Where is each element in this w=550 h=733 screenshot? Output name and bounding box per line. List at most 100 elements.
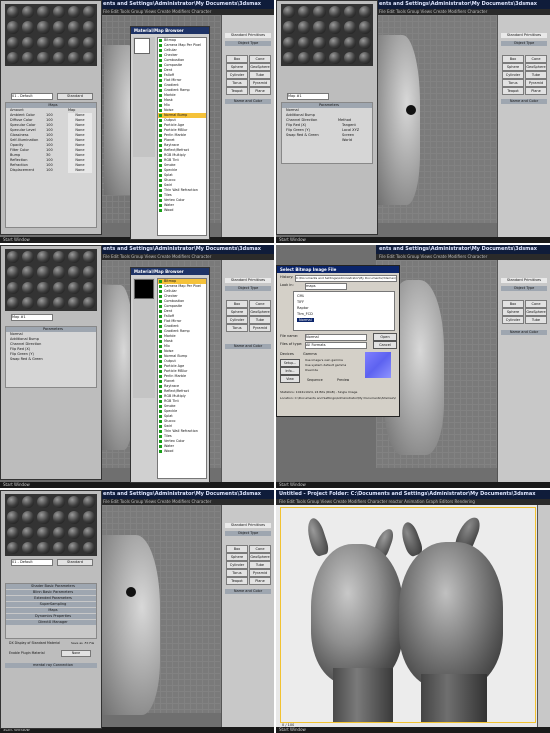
method-tangent[interactable]: Tangent (342, 123, 356, 127)
use-image-gamma[interactable]: Use image's own gamma (305, 358, 343, 362)
lookin-dropdown[interactable]: maps (305, 283, 347, 290)
rollout-dynamics[interactable]: Dynamics Properties (6, 614, 96, 619)
object-type-header[interactable]: Object Type (225, 531, 271, 536)
perspective-viewport[interactable] (280, 507, 536, 723)
name-color-header[interactable]: Name and Color (225, 344, 271, 349)
sphere-button[interactable]: Sphere (502, 308, 524, 316)
map-row-name[interactable]: Opacity (10, 143, 23, 147)
slot-name-field[interactable]: Map #1 (11, 314, 53, 321)
file-list[interactable]: CML TIFF Raptor Ttm_FCD Normal (293, 291, 395, 331)
name-color-header[interactable]: Name and Color (225, 99, 271, 104)
method-screen[interactable]: Screen (342, 133, 354, 137)
viewport[interactable] (100, 505, 222, 715)
box-button[interactable]: Box (226, 300, 248, 308)
info-button[interactable]: Info... (280, 367, 300, 375)
cone-button[interactable]: Cone (525, 300, 547, 308)
slot-name-field[interactable]: 01 - Default (11, 93, 53, 100)
geosphere-button[interactable]: GeoSphere (525, 308, 547, 316)
pyramid-button[interactable]: Pyramid (249, 79, 271, 87)
cylinder-button[interactable]: Cylinder (226, 71, 248, 79)
box-button[interactable]: Box (502, 55, 524, 63)
map-row-name[interactable]: Specular Level (10, 128, 36, 132)
plane-button[interactable]: Plane (249, 87, 271, 95)
file-item[interactable]: Ttm_FCD (297, 312, 313, 316)
filetype-dropdown[interactable]: All Formats (305, 342, 367, 349)
cylinder-button[interactable]: Cylinder (226, 316, 248, 324)
material-slots[interactable] (5, 494, 97, 556)
material-editor[interactable]: Map #1 Parameters Normal Additional Bump… (0, 245, 102, 480)
type-button[interactable]: Standard (57, 559, 93, 566)
swap-rg-checkbox[interactable]: Swap Red & Green (282, 133, 372, 138)
cone-button[interactable]: Cone (249, 545, 271, 553)
taskbar[interactable]: Start Window (276, 482, 550, 488)
override-gamma[interactable]: Override (305, 368, 318, 372)
cone-button[interactable]: Cone (249, 300, 271, 308)
material-slots[interactable] (5, 4, 97, 66)
geosphere-button[interactable]: GeoSphere (525, 63, 547, 71)
use-system-gamma[interactable]: Use system default gamma (305, 363, 346, 367)
primitives-dropdown[interactable]: Standard Primitives (501, 33, 547, 38)
map-row-name[interactable]: Diffuse Color (10, 118, 33, 122)
select-bitmap-dialog[interactable]: Select Bitmap Image File History: C:\Doc… (276, 265, 400, 417)
rollout-mental-ray[interactable]: mental ray Connection (5, 663, 97, 668)
box-button[interactable]: Box (226, 545, 248, 553)
geosphere-button[interactable]: GeoSphere (249, 553, 271, 561)
material-slots[interactable] (5, 249, 97, 311)
geosphere-button[interactable]: GeoSphere (249, 63, 271, 71)
box-button[interactable]: Box (502, 300, 524, 308)
material-slots[interactable] (281, 4, 373, 66)
geosphere-button[interactable]: GeoSphere (249, 308, 271, 316)
primitives-dropdown[interactable]: Standard Primitives (225, 523, 271, 528)
sphere-button[interactable]: Sphere (226, 553, 248, 561)
map-list[interactable]: Bitmap Camera Map Per Pixel Cellular Checke… (157, 278, 207, 479)
map-item[interactable]: Wood (158, 208, 206, 213)
rollout-extended[interactable]: Extended Parameters (6, 596, 96, 601)
cylinder-button[interactable]: Cylinder (502, 316, 524, 324)
taskbar[interactable]: Start Window (276, 237, 550, 243)
tube-button[interactable]: Tube (249, 561, 271, 569)
primitives-dropdown[interactable]: Standard Primitives (501, 278, 547, 283)
map-row-name[interactable]: Bump (10, 153, 20, 157)
taskbar[interactable]: Start Window (276, 727, 550, 733)
file-item[interactable]: Raptor (297, 306, 309, 310)
rollout-supersampling[interactable]: SuperSampling (6, 602, 96, 607)
method-local[interactable]: Local XYZ (342, 128, 359, 132)
map-row-name[interactable]: Glossiness (10, 133, 28, 137)
file-item[interactable]: CML (297, 294, 304, 298)
map-row-name[interactable]: Ambient Color (10, 113, 35, 117)
method-world[interactable]: World (342, 138, 352, 142)
cylinder-button[interactable]: Cylinder (502, 71, 524, 79)
preview-checkbox[interactable]: Preview (337, 378, 349, 382)
teapot-button[interactable]: Teapot (226, 87, 248, 95)
map-list[interactable]: Bitmap Camera Map Per Pixel Cellular Checke… (157, 37, 207, 236)
tube-button[interactable]: Tube (525, 316, 547, 324)
torus-button[interactable]: Torus (226, 569, 248, 577)
cancel-button[interactable]: Cancel (373, 341, 397, 349)
object-type-header[interactable]: Object Type (225, 41, 271, 46)
primitives-dropdown[interactable]: Standard Primitives (225, 278, 271, 283)
history-dropdown[interactable]: C:\Documents and Settings\Administrator\… (295, 275, 397, 282)
plane-button[interactable]: Plane (249, 577, 271, 585)
torus-button[interactable]: Torus (502, 79, 524, 87)
sphere-button[interactable]: Sphere (226, 63, 248, 71)
name-color-header[interactable]: Name and Color (501, 99, 547, 104)
teapot-button[interactable]: Teapot (502, 87, 524, 95)
rollout-directx[interactable]: DirectX Manager (6, 620, 96, 625)
swap-rg-checkbox[interactable]: Swap Red & Green (6, 357, 96, 362)
slot-name-field[interactable]: Map #1 (287, 93, 329, 100)
tube-button[interactable]: Tube (525, 71, 547, 79)
type-button[interactable]: Standard (57, 93, 93, 100)
pyramid-button[interactable]: Pyramid (249, 324, 271, 332)
teapot-button[interactable]: Teapot (226, 577, 248, 585)
map-row-name[interactable]: Filter Color (10, 148, 29, 152)
plane-button[interactable]: Plane (525, 87, 547, 95)
sphere-button[interactable]: Sphere (502, 63, 524, 71)
map-row-amount[interactable]: 100 (46, 168, 53, 173)
viewport[interactable] (376, 15, 498, 223)
view-button[interactable]: View (280, 375, 300, 383)
plugin-material-value[interactable]: None (61, 650, 91, 657)
tube-button[interactable]: Tube (249, 316, 271, 324)
pyramid-button[interactable]: Pyramid (525, 79, 547, 87)
rollout-shader[interactable]: Shader Basic Parameters (6, 584, 96, 589)
dx-display-checkbox[interactable]: DX Display of Standard Material (9, 641, 60, 645)
